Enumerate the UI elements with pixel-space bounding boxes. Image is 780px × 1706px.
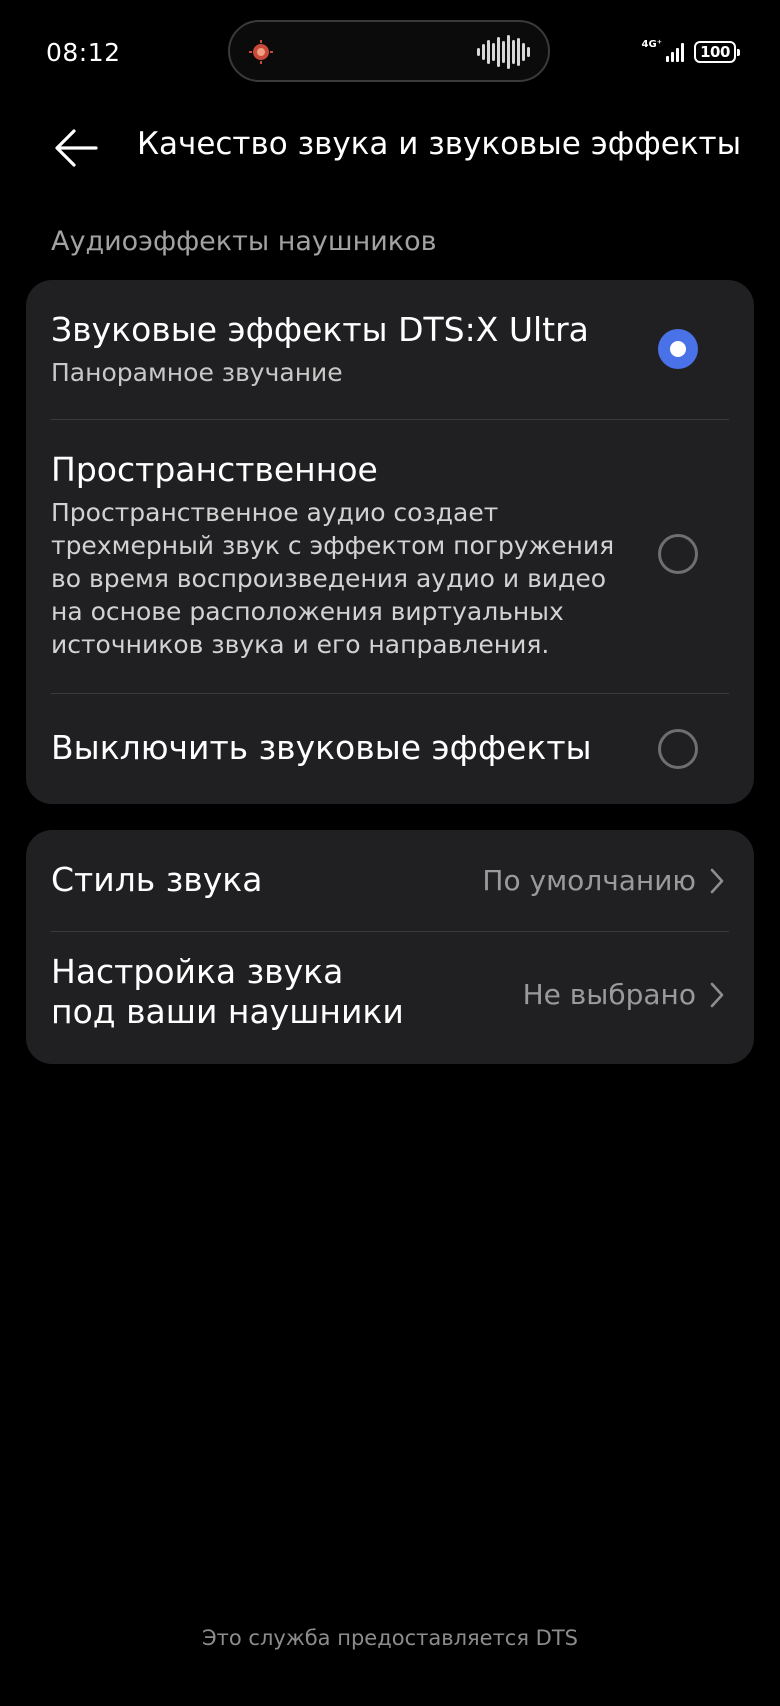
back-button[interactable] — [50, 122, 102, 174]
radio-button-selected[interactable] — [658, 329, 698, 369]
title-line: Настройка звука — [51, 952, 344, 991]
effects-card: Звуковые эффекты DTS:X Ultra Панорамное … — [26, 280, 754, 804]
option-description: Пространственное аудио создает трехмерны… — [51, 496, 614, 661]
option-title: Пространственное — [51, 450, 378, 489]
description-line: на основе расположения виртуальных — [51, 597, 564, 626]
description-line: Пространственное аудио создает — [51, 498, 499, 527]
battery-level: 100 — [700, 42, 730, 61]
network-type: 4G⁺ — [641, 38, 662, 50]
description-line: источников звука и его направления. — [51, 630, 550, 659]
setting-title: Настройка звука под ваши наушники — [51, 952, 404, 1032]
option-title: Звуковые эффекты DTS:X Ultra — [51, 310, 589, 349]
radio-button[interactable] — [658, 534, 698, 574]
audio-wave-icon — [477, 35, 530, 69]
radio-button[interactable] — [658, 729, 698, 769]
option-subtitle: Панорамное звучание — [51, 358, 343, 387]
app-header: Качество звука и звуковые эффекты — [0, 100, 780, 194]
setting-value: По умолчанию — [482, 864, 696, 897]
description-line: трехмерный звук с эффектом погружения — [51, 531, 615, 560]
sound-style-row[interactable]: Стиль звука По умолчанию — [26, 830, 754, 932]
section-label: Аудиоэффекты наушников — [51, 226, 437, 257]
app-activity-icon — [249, 40, 273, 64]
sound-settings-card: Стиль звука По умолчанию Настройка звука… — [26, 830, 754, 1064]
headphone-tuning-row[interactable]: Настройка звука под ваши наушники Не выб… — [26, 932, 754, 1064]
option-title: Выключить звуковые эффекты — [51, 728, 592, 767]
setting-value: Не выбрано — [522, 978, 696, 1011]
battery-icon: 100 — [694, 41, 740, 63]
chevron-right-icon — [710, 868, 724, 894]
provider-note: Это служба предоставляется DTS — [202, 1626, 578, 1650]
arrow-left-icon — [55, 129, 98, 167]
chevron-right-icon — [710, 982, 724, 1008]
effect-option-spatial[interactable]: Пространственное Пространственное аудио … — [26, 420, 754, 694]
title-line: под ваши наушники — [51, 992, 404, 1031]
effect-option-dts[interactable]: Звуковые эффекты DTS:X Ultra Панорамное … — [26, 280, 754, 420]
status-indicators: 4G⁺ 100 — [641, 38, 740, 66]
description-line: во время воспроизведения аудио и видео — [51, 564, 607, 593]
signal-icon — [666, 43, 684, 62]
status-time: 08:12 — [46, 38, 121, 67]
effect-option-off[interactable]: Выключить звуковые эффекты — [26, 694, 754, 804]
status-bar: 08:12 4G⁺ 100 — [0, 0, 780, 100]
page-title: Качество звука и звуковые эффекты — [137, 126, 742, 162]
setting-title: Стиль звука — [51, 860, 263, 899]
dynamic-island[interactable] — [228, 20, 550, 82]
